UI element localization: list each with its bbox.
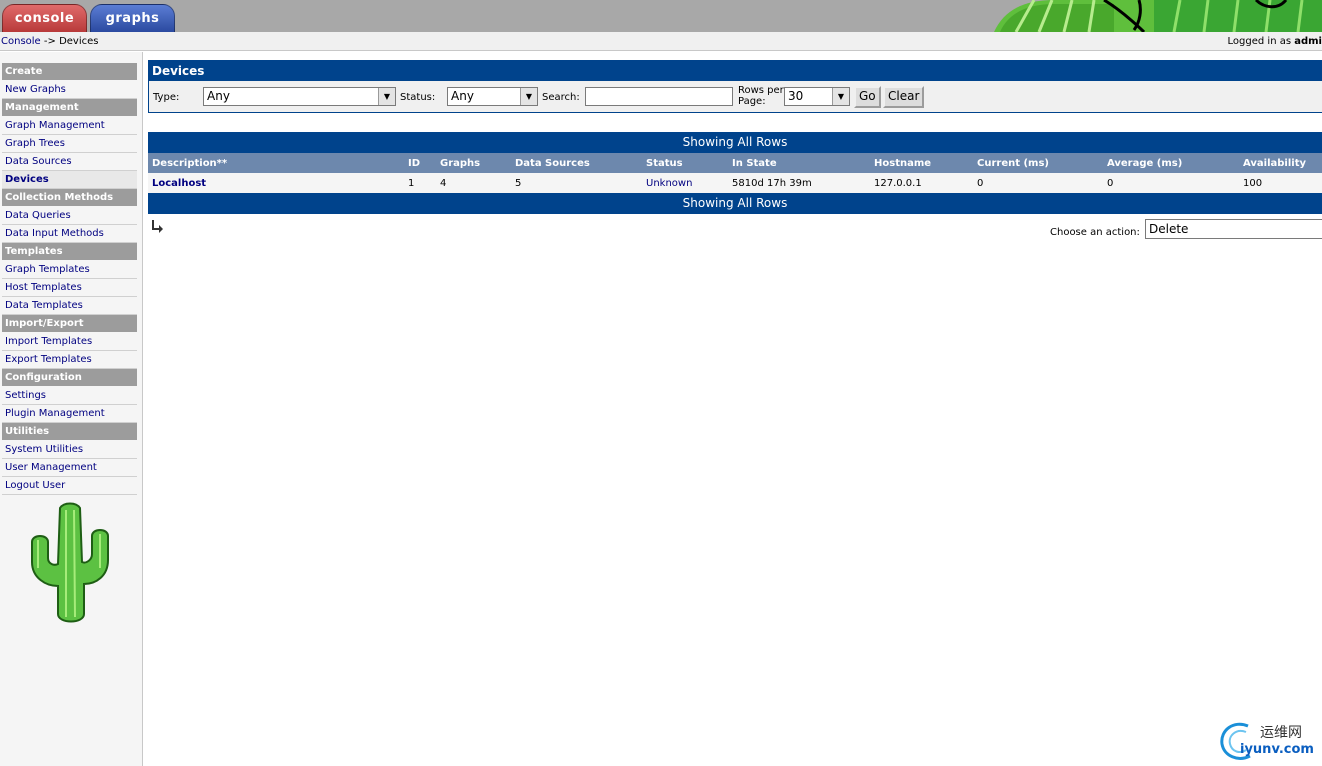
type-select-value: Any [207, 89, 230, 103]
cactus-banner-art [994, 0, 1322, 32]
watermark: 运维网 iyunv.com [1218, 720, 1322, 762]
showing-rows-bottom: Showing All Rows [148, 193, 1322, 214]
tab-graphs[interactable]: graphs [90, 4, 175, 32]
table-column-header: Description** ID Graphs Data Sources Status I… [148, 153, 1322, 173]
breadcrumb-current: Devices [59, 36, 99, 47]
action-area: Choose an action: Delete [148, 215, 1322, 245]
sidebar-item-import-templates[interactable]: Import Templates [2, 333, 137, 351]
sidebar-menu: Create New Graphs Management Graph Manageme… [2, 63, 137, 495]
cactus-logo [31, 502, 109, 623]
sidebar-item-plugin-management[interactable]: Plugin Management [2, 405, 137, 423]
status-label: Status: [400, 92, 436, 103]
sidebar-header-templates: Templates [2, 243, 137, 261]
rows-per-page-value: 30 [788, 89, 804, 103]
chevron-down-icon: ▼ [520, 88, 537, 105]
col-description-header[interactable]: Description** [152, 158, 227, 169]
sidebar-item-host-templates[interactable]: Host Templates [2, 279, 137, 297]
device-filter-panel: Devices Type: Any ▼ Status: Any ▼ Search… [148, 60, 1322, 113]
col-average-header[interactable]: Average (ms) [1107, 158, 1182, 169]
sidebar-header-utilities: Utilities [2, 423, 137, 441]
clear-button[interactable]: Clear [883, 86, 925, 108]
watermark-text-domain: iyunv.com [1240, 742, 1314, 757]
sidebar-item-user-management[interactable]: User Management [2, 459, 137, 477]
sidebar-header-import-export: Import/Export [2, 315, 137, 333]
sidebar-header-management: Management [2, 99, 137, 117]
sidebar-item-logout-user[interactable]: Logout User [2, 477, 137, 495]
table-row[interactable]: Localhost 1 4 5 Unknown 5810d 17h 39m 127.0.0.… [148, 173, 1322, 193]
tab-console[interactable]: console [2, 4, 87, 32]
devices-results-table: Showing All Rows Description** ID Graphs Da… [148, 132, 1322, 214]
filter-panel-title: Devices [149, 61, 1322, 81]
col-status-cell: Unknown [646, 178, 693, 189]
col-current-cell: 0 [977, 178, 984, 189]
showing-rows-top: Showing All Rows [148, 132, 1322, 153]
rows-per-page-label-line1: Rows per [738, 85, 784, 96]
col-status-header[interactable]: Status [646, 158, 683, 169]
go-button[interactable]: Go [854, 86, 881, 108]
return-arrow-icon [152, 220, 163, 233]
type-label: Type: [153, 92, 180, 103]
sidebar-item-devices[interactable]: Devices [2, 171, 137, 189]
sidebar-header-collection-methods: Collection Methods [2, 189, 137, 207]
sidebar-item-new-graphs[interactable]: New Graphs [2, 81, 137, 99]
type-select[interactable]: Any ▼ [203, 87, 396, 106]
sidebar-item-export-templates[interactable]: Export Templates [2, 351, 137, 369]
sidebar-item-graph-trees[interactable]: Graph Trees [2, 135, 137, 153]
rows-per-page-label-line2: Page: [738, 96, 766, 107]
search-label: Search: [542, 92, 580, 103]
sidebar-item-data-queries[interactable]: Data Queries [2, 207, 137, 225]
login-prefix: Logged in as [1227, 36, 1295, 47]
sidebar-item-system-utilities[interactable]: System Utilities [2, 441, 137, 459]
col-data-sources-cell: 5 [515, 178, 522, 189]
col-hostname-cell: 127.0.0.1 [874, 178, 922, 189]
search-input[interactable] [585, 87, 733, 106]
col-id-header[interactable]: ID [408, 158, 420, 169]
login-info: Logged in as admi [1228, 36, 1322, 47]
col-id-cell: 1 [408, 178, 415, 189]
col-graphs-header[interactable]: Graphs [440, 158, 480, 169]
choose-action-label: Choose an action: [1050, 227, 1140, 238]
col-average-cell: 0 [1107, 178, 1114, 189]
login-username: admi [1294, 36, 1322, 47]
rows-per-page-select[interactable]: 30 ▼ [784, 87, 850, 106]
status-select-value: Any [451, 89, 474, 103]
col-hostname-header[interactable]: Hostname [874, 158, 931, 169]
col-availability-cell: 100 [1243, 178, 1263, 189]
sidebar-item-graph-templates[interactable]: Graph Templates [2, 261, 137, 279]
breadcrumb-bar: Console -> Devices Logged in as admi [0, 32, 1322, 51]
sidebar-item-data-templates[interactable]: Data Templates [2, 297, 137, 315]
col-graphs-cell: 4 [440, 178, 447, 189]
action-select[interactable]: Delete [1145, 219, 1322, 239]
watermark-text-cn: 运维网 [1260, 725, 1302, 741]
col-in-state-cell: 5810d 17h 39m [732, 178, 812, 189]
sidebar-item-settings[interactable]: Settings [2, 387, 137, 405]
col-current-header[interactable]: Current (ms) [977, 158, 1049, 169]
sidebar-item-data-input-methods[interactable]: Data Input Methods [2, 225, 137, 243]
rows-per-page-label: Rows per Page: [738, 85, 784, 107]
chevron-down-icon: ▼ [378, 88, 395, 105]
breadcrumb: Console -> Devices [1, 36, 98, 47]
breadcrumb-separator: -> [40, 36, 60, 47]
col-data-sources-header[interactable]: Data Sources [515, 158, 590, 169]
col-in-state-header[interactable]: In State [732, 158, 777, 169]
top-navigation-bar: console graphs [0, 0, 1322, 32]
sidebar-header-configuration: Configuration [2, 369, 137, 387]
sidebar: Create New Graphs Management Graph Manageme… [0, 52, 143, 766]
sidebar-header-create: Create [2, 63, 137, 81]
status-select[interactable]: Any ▼ [447, 87, 538, 106]
sidebar-item-graph-management[interactable]: Graph Management [2, 117, 137, 135]
col-availability-header[interactable]: Availability [1243, 158, 1306, 169]
breadcrumb-console-link[interactable]: Console [1, 36, 41, 47]
col-description-cell[interactable]: Localhost [152, 178, 206, 189]
sidebar-item-data-sources[interactable]: Data Sources [2, 153, 137, 171]
chevron-down-icon: ▼ [832, 88, 849, 105]
filter-row: Type: Any ▼ Status: Any ▼ Search: Rows p… [149, 84, 1322, 110]
